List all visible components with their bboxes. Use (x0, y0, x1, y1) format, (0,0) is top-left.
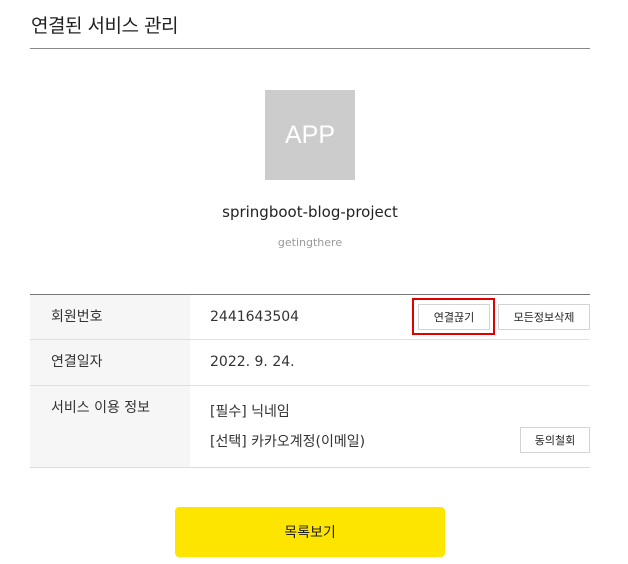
connected-date-value: 2022. 9. 24. (210, 354, 295, 370)
member-number-value: 2441643504 (210, 309, 300, 325)
disconnect-button[interactable]: 연결끊기 (418, 304, 490, 330)
page-title: 연결된 서비스 관리 (31, 15, 178, 37)
app-name: springboot-blog-project (222, 203, 398, 221)
member-number-row: 회원번호 2441643504 연결끊기 모든정보삭제 (30, 295, 590, 340)
withdraw-consent-button[interactable]: 동의철회 (520, 427, 590, 453)
optional-consent-item: [선택] 카카오계정(이메일) (210, 434, 366, 450)
connected-date-row: 연결일자 2022. 9. 24. (30, 340, 590, 386)
list-view-button[interactable]: 목록보기 (175, 507, 445, 557)
service-usage-row: 서비스 이용 정보 [필수] 닉네임 [선택] 카카오계정(이메일) 동의철회 (30, 386, 590, 467)
service-usage-cell: [필수] 닉네임 [선택] 카카오계정(이메일) 동의철회 (190, 386, 590, 467)
required-consent-item: [필수] 닉네임 (210, 404, 290, 420)
app-icon: APP (265, 90, 355, 180)
title-divider (30, 48, 590, 49)
delete-all-info-button[interactable]: 모든정보삭제 (498, 304, 590, 330)
service-usage-label: 서비스 이용 정보 (30, 386, 190, 467)
app-subtitle: getingthere (277, 236, 343, 249)
service-info-table: 회원번호 2441643504 연결끊기 모든정보삭제 연결일자 2022. 9… (30, 294, 590, 468)
member-number-cell: 2441643504 연결끊기 모든정보삭제 (190, 295, 590, 339)
member-number-label: 회원번호 (30, 295, 190, 339)
connected-date-label: 연결일자 (30, 340, 190, 385)
